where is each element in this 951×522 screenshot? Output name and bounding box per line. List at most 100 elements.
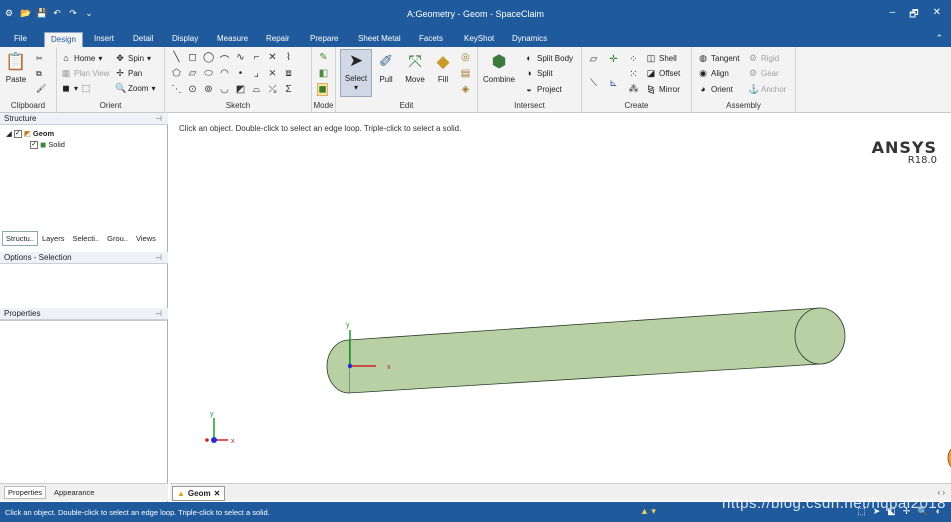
pull-button[interactable]: ✐ Pull (374, 51, 398, 84)
collapse-triangle-icon[interactable]: ◢ (6, 129, 12, 138)
anchor-button[interactable]: ⚓ Anchor (748, 84, 786, 94)
construction-line-icon[interactable]: ⋱ (171, 84, 182, 95)
close-icon[interactable]: ✕ (933, 7, 941, 24)
offset-curve-icon[interactable]: ⌇ (283, 52, 294, 63)
sketch-mode-icon[interactable]: ✎ (318, 52, 329, 63)
align-button[interactable]: ◉ Align (698, 68, 729, 78)
tab-design[interactable]: Design (44, 32, 83, 47)
polygon-icon[interactable]: ⬠ (171, 68, 182, 79)
warning-icon[interactable]: ▲ ▾ (640, 506, 656, 517)
properties-grid[interactable] (0, 320, 167, 485)
paste-button[interactable]: 📋 Paste (4, 51, 28, 84)
section-mode-icon[interactable]: ◧ (318, 68, 329, 79)
tree-node-root[interactable]: ◢ ✓ ◩ Geom (6, 129, 54, 138)
rectangle-icon[interactable]: ◻ (187, 52, 198, 63)
split-body-button[interactable]: ◐ Split Body (524, 53, 573, 63)
sigma-icon[interactable]: Σ (283, 84, 294, 95)
split-button[interactable]: ◑ Split (524, 68, 552, 78)
project-button[interactable]: ◒ Project (524, 84, 562, 94)
point-create-icon[interactable]: ⁘ (628, 54, 639, 65)
tab-file[interactable]: File (8, 32, 33, 47)
ellipse-icon[interactable]: ⬭ (203, 68, 214, 79)
offset-button[interactable]: ◪ Offset (646, 68, 680, 78)
spin-button[interactable]: ✥ Spin ▾ (115, 53, 151, 63)
origin-icon[interactable]: ⟍ (588, 78, 599, 89)
copy-icon[interactable]: ⧉ (36, 69, 42, 79)
tab-keyshot[interactable]: KeyShot (458, 32, 500, 47)
pan-button[interactable]: ✢ Pan (115, 68, 142, 78)
three-point-circle-icon[interactable]: ⊚ (203, 84, 214, 95)
extend-icon[interactable]: ⤯ (267, 84, 278, 95)
format-painter-icon[interactable]: 🖌 (36, 84, 46, 93)
tab-prepare[interactable]: Prepare (304, 32, 344, 47)
3d-viewport[interactable]: Click an object. Double-click to select … (170, 116, 951, 483)
sweep-arc-icon[interactable]: ◡ (219, 84, 230, 95)
point-icon[interactable]: • (235, 68, 246, 79)
coordinate-system-icon[interactable]: ⊾ (608, 78, 619, 89)
face-curve-icon[interactable]: ◩ (235, 84, 246, 95)
view-cube-button[interactable]: ◼ ▾ ⬚ (61, 83, 91, 93)
pin-icon[interactable]: ⊣ (155, 308, 162, 319)
circular-pattern-icon[interactable]: ⁂ (628, 84, 639, 95)
close-icon[interactable]: ✕ (214, 487, 221, 500)
tangent-button[interactable]: ◍ Tangent (698, 53, 739, 63)
tab-selection[interactable]: Selecti.. (68, 231, 103, 246)
home-button[interactable]: ⌂ Home ▾ (61, 53, 102, 63)
pin-icon[interactable]: ⊣ (155, 252, 162, 263)
plane-icon[interactable]: ▱ (588, 54, 599, 65)
tab-dynamics[interactable]: Dynamics (506, 32, 553, 47)
spline-icon[interactable]: ∿ (235, 52, 246, 63)
tab-insert[interactable]: Insert (88, 32, 120, 47)
tree-node-solid[interactable]: ✓ ◼ Solid (30, 140, 65, 149)
rigid-button[interactable]: ⚙ Rigid (748, 53, 779, 63)
gear-button[interactable]: ⚙ Gear (748, 68, 779, 78)
tab-repair[interactable]: Repair (260, 32, 296, 47)
split-curve-icon[interactable]: ⨯ (267, 68, 278, 79)
tangent-line-icon[interactable]: ⌐ (251, 52, 262, 63)
linear-pattern-icon[interactable]: ⁙ (628, 69, 639, 80)
tab-detail[interactable]: Detail (127, 32, 159, 47)
tab-views[interactable]: Views (132, 231, 160, 246)
tab-appearance[interactable]: Appearance (50, 486, 98, 499)
select-button[interactable]: ➤ Select ▾ (340, 49, 372, 97)
blend-icon[interactable]: ◎ (460, 52, 471, 63)
circle-icon[interactable]: ◯ (203, 52, 214, 63)
tab-facets[interactable]: Facets (413, 32, 449, 47)
cylinder-left-end[interactable] (326, 339, 350, 394)
plan-view-button[interactable]: ▦ Plan View (61, 68, 110, 78)
tab-display[interactable]: Display (166, 32, 204, 47)
corner-icon[interactable]: ⌟ (251, 68, 262, 79)
combine-button[interactable]: ⬢ Combine (482, 51, 516, 84)
tweak-icon[interactable]: ◈ (460, 84, 471, 95)
fill-button[interactable]: ◆ Fill (432, 51, 454, 84)
tab-sheet-metal[interactable]: Sheet Metal (352, 32, 407, 47)
three-point-rectangle-icon[interactable]: ▱ (187, 68, 198, 79)
axis-icon[interactable]: ✛ (608, 54, 619, 65)
replace-icon[interactable]: ▤ (460, 68, 471, 79)
doc-tab-geom[interactable]: ▲ Geom ✕ (172, 486, 226, 501)
visibility-checkbox[interactable]: ✓ (30, 140, 38, 149)
cylinder-body[interactable] (348, 307, 821, 394)
pin-icon[interactable]: ⊣ (155, 113, 162, 124)
move-button[interactable]: ⤧ Move (402, 51, 428, 84)
trim-icon[interactable]: ✕ (267, 52, 278, 63)
line-icon[interactable]: ╲ (171, 52, 182, 63)
cut-icon[interactable]: ✂ (36, 54, 43, 63)
minimize-icon[interactable]: – (890, 7, 896, 24)
arc-icon[interactable]: ⌒ (219, 52, 230, 67)
maximize-icon[interactable]: 🗗 (909, 7, 918, 24)
project-icon[interactable]: ⧈ (283, 68, 294, 79)
shell-button[interactable]: ◫ Shell (646, 53, 677, 63)
tab-groups[interactable]: Grou.. (103, 231, 132, 246)
three-point-arc-icon[interactable]: ◠ (219, 68, 230, 79)
fillet-icon[interactable]: ⌓ (251, 84, 262, 95)
cylinder-end-face[interactable] (794, 307, 846, 365)
circle-point-icon[interactable]: ⊙ (187, 84, 198, 95)
tab-structure[interactable]: Structu.. (2, 231, 38, 246)
orient-button[interactable]: ◕ Orient (698, 84, 733, 94)
3d-mode-icon[interactable]: ◼ (317, 83, 328, 96)
mirror-button[interactable]: ⧎ Mirror (646, 84, 680, 94)
tab-measure[interactable]: Measure (211, 32, 254, 47)
tab-properties[interactable]: Properties (4, 486, 47, 499)
ribbon-collapse-icon[interactable]: ⌃ (935, 33, 943, 44)
